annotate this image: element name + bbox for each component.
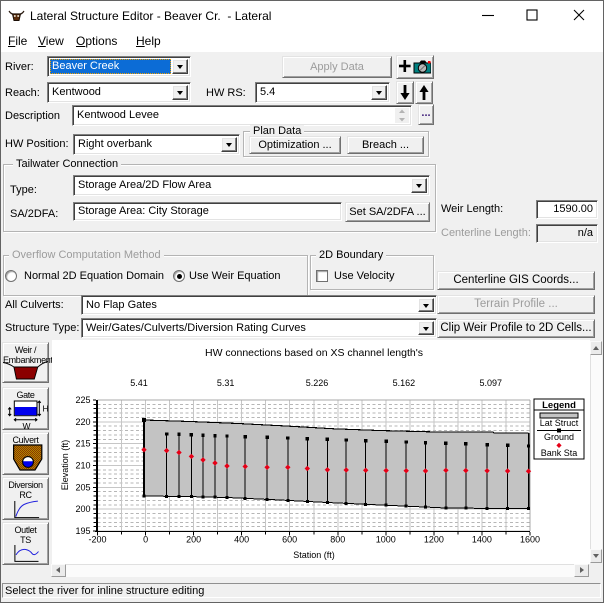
svg-text:0: 0 [143,535,148,545]
svg-text:215: 215 [75,439,90,449]
svg-text:Lat Struct: Lat Struct [540,418,579,428]
svg-text:1200: 1200 [424,535,444,545]
svg-text:Station (ft): Station (ft) [293,550,335,560]
svg-text:5.226: 5.226 [306,378,329,388]
svg-text:-200: -200 [88,535,106,545]
svg-text:220: 220 [75,417,90,427]
svg-text:W: W [23,421,31,430]
svg-text:Legend: Legend [542,400,576,411]
svg-text:Ground: Ground [544,432,574,442]
svg-text:200: 200 [75,504,90,514]
svg-text:800: 800 [330,535,345,545]
svg-text:Elevation (ft): Elevation (ft) [60,440,70,491]
svg-text:5.097: 5.097 [480,378,503,388]
svg-text:Bank Sta: Bank Sta [541,448,578,458]
svg-text:210: 210 [75,461,90,471]
svg-text:205: 205 [75,482,90,492]
svg-text:H: H [43,404,49,414]
svg-text:1400: 1400 [472,535,492,545]
svg-text:5.41: 5.41 [130,378,148,388]
svg-text:1000: 1000 [376,535,396,545]
svg-text:200: 200 [186,535,201,545]
svg-text:5.162: 5.162 [393,378,416,388]
svg-text:HW connections based on XS cha: HW connections based on XS channel lengt… [205,347,423,359]
svg-text:600: 600 [282,535,297,545]
svg-text:1600: 1600 [520,535,540,545]
svg-text:225: 225 [75,395,90,405]
svg-text:5.31: 5.31 [217,378,235,388]
svg-text:400: 400 [234,535,249,545]
